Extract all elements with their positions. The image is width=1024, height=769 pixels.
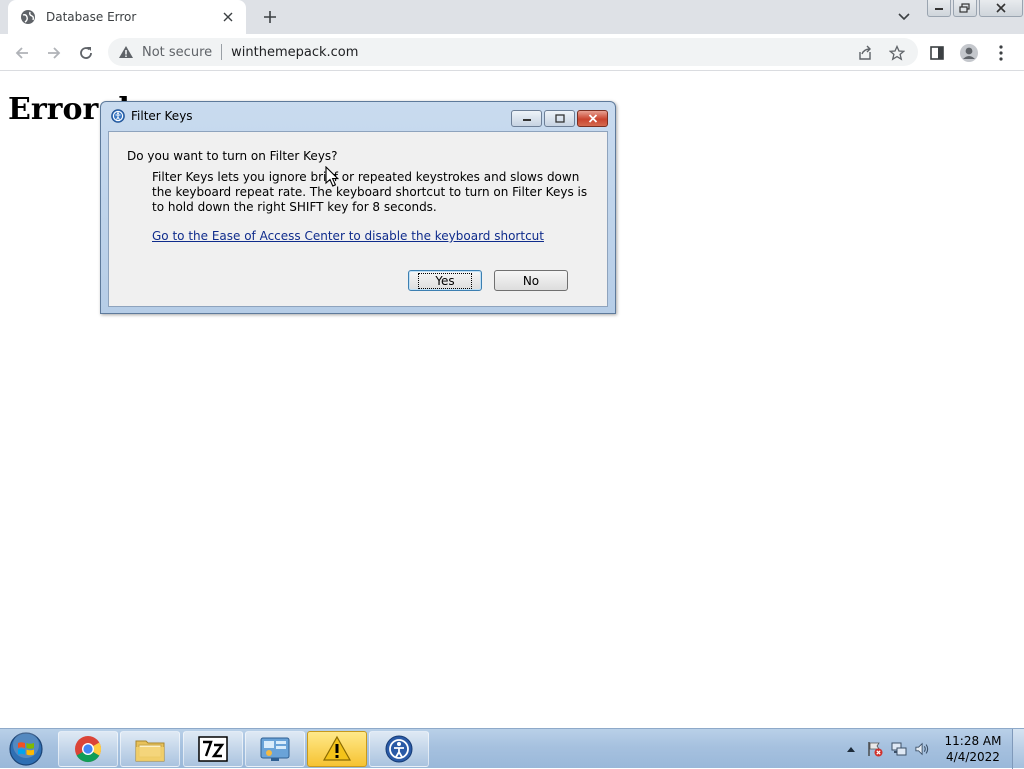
tab-search-button[interactable]	[894, 8, 914, 26]
dialog-body: Do you want to turn on Filter Keys? Filt…	[108, 131, 608, 307]
globe-icon	[20, 9, 36, 25]
dialog-question: Do you want to turn on Filter Keys?	[127, 149, 338, 163]
close-tab-icon[interactable]	[220, 9, 236, 25]
menu-kebab-icon[interactable]	[990, 42, 1012, 64]
tab-title: Database Error	[46, 10, 137, 24]
taskbar-item-file-explorer[interactable]	[120, 731, 180, 767]
close-icon	[588, 114, 597, 123]
winaero-tweaker-icon	[385, 735, 413, 763]
tab-database-error[interactable]: Database Error	[8, 0, 246, 34]
address-bar[interactable]: Not secure winthemepack.com	[108, 38, 918, 66]
network-icon[interactable]	[891, 741, 907, 757]
taskbar-item-chrome[interactable]	[58, 731, 118, 767]
taskbar: 11:28 AM 4/4/2022	[0, 728, 1024, 769]
chevron-down-icon	[898, 13, 910, 21]
dialog-window-controls	[511, 110, 608, 127]
security-label[interactable]: Not secure	[142, 45, 212, 60]
forward-button[interactable]	[42, 41, 66, 65]
dialog-minimize-button[interactable]	[511, 110, 542, 127]
no-button[interactable]: No	[494, 270, 568, 291]
close-icon	[996, 3, 1006, 13]
browser-window-controls	[927, 0, 1023, 18]
restore-icon	[959, 3, 970, 13]
minimize-icon	[522, 118, 531, 121]
new-tab-button[interactable]	[258, 6, 282, 28]
reload-button[interactable]	[74, 41, 98, 65]
action-center-flag-icon[interactable]	[867, 741, 883, 757]
taskbar-item-control-panel[interactable]	[245, 731, 305, 767]
yes-button[interactable]: Yes	[408, 270, 482, 291]
warning-triangle-icon[interactable]	[118, 44, 134, 60]
yes-button-label: Yes	[418, 272, 472, 289]
7zip-icon	[198, 736, 228, 762]
arrow-right-icon	[48, 47, 61, 59]
control-panel-icon	[260, 737, 290, 761]
bookmark-star-icon[interactable]	[888, 44, 906, 62]
folder-icon	[135, 740, 165, 762]
profile-avatar-icon[interactable]	[958, 42, 980, 64]
tab-strip: Database Error	[0, 0, 1024, 34]
close-window-button[interactable]	[979, 0, 1023, 17]
reload-icon	[80, 47, 92, 59]
minimize-icon	[935, 8, 943, 10]
clock-time: 11:28 AM	[944, 734, 1002, 748]
start-button[interactable]	[4, 730, 48, 768]
taskbar-item-winaero[interactable]	[369, 731, 429, 767]
share-icon[interactable]	[856, 44, 874, 62]
dialog-description: Filter Keys lets you ignore brief or rep…	[152, 170, 588, 214]
maximize-icon	[554, 114, 565, 123]
show-desktop-button[interactable]	[1012, 729, 1024, 769]
dialog-close-button[interactable]	[577, 110, 608, 127]
system-clock[interactable]: 11:28 AM 4/4/2022	[938, 733, 1008, 765]
dialog-title: Filter Keys	[131, 109, 193, 123]
ease-of-access-link[interactable]: Go to the Ease of Access Center to disab…	[152, 229, 544, 243]
volume-speaker-icon[interactable]	[915, 741, 931, 757]
plus-icon	[264, 11, 276, 23]
system-tray	[843, 729, 931, 769]
ease-of-access-icon	[111, 109, 125, 123]
back-button[interactable]	[10, 41, 34, 65]
taskbar-item-7zip[interactable]	[183, 731, 243, 767]
clock-date: 4/4/2022	[946, 750, 1000, 764]
browser-toolbar: Not secure winthemepack.com	[0, 34, 1024, 71]
side-panel-icon[interactable]	[926, 42, 948, 64]
arrow-left-icon	[15, 47, 28, 59]
windows-orb-icon	[9, 732, 43, 766]
taskbar-item-warning[interactable]	[307, 731, 367, 767]
filter-keys-dialog: Filter Keys Do you want to turn on Filte…	[100, 101, 616, 314]
chrome-icon	[75, 736, 102, 763]
show-hidden-icons-arrow-icon[interactable]	[843, 741, 859, 757]
divider	[221, 44, 223, 60]
no-button-label: No	[522, 273, 540, 288]
dialog-maximize-button[interactable]	[544, 110, 575, 127]
warning-icon	[322, 735, 352, 761]
restore-button[interactable]	[953, 0, 977, 17]
url-text[interactable]: winthemepack.com	[231, 45, 358, 60]
minimize-button[interactable]	[927, 0, 951, 17]
